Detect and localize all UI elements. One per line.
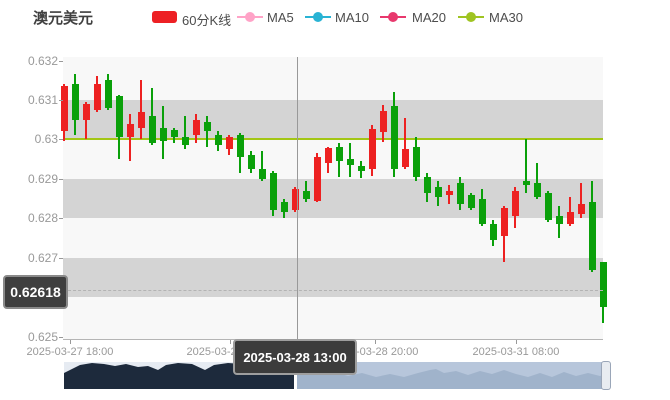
candle-body [215,135,222,145]
forex-chart-window: 澳元美元 60分K线MA5MA10MA20MA30 0.6320.6310.63… [0,0,670,400]
y-axis-tick [59,179,63,180]
candle-body [468,195,475,209]
chart-legend: 60分K线 MA5 MA10 MA20 MA30 [0,0,670,30]
candle-body [556,216,563,224]
candle-body [204,122,211,132]
candle-body [578,204,585,214]
y-axis-tick [59,61,63,62]
candle-body [248,155,255,169]
y-axis-tick [59,100,63,101]
candle-body [523,181,530,185]
candle-body [336,147,343,161]
candle-body [369,129,376,168]
legend-item-label: MA5 [267,10,294,25]
candle-body [105,80,112,108]
y-axis-label: 0.63 [3,132,58,146]
grid-band [63,179,603,218]
legend-item-label: 60分K线 [182,10,231,29]
crosshair-line [297,57,298,344]
ma-dot-icon [466,12,476,22]
x-axis-label: 2025-03-31 08:00 [473,346,560,358]
candle-body [94,84,101,110]
chart-plot-area[interactable] [63,57,603,339]
candle-body [171,130,178,138]
ma-dot-icon [313,12,323,22]
candle-body [600,262,607,307]
x-axis-tick [375,340,376,344]
navigator-right-handle[interactable] [601,361,611,390]
y-axis-label: 0.629 [3,172,58,186]
candle-body [380,111,387,132]
candle-wick [140,80,142,139]
kline-series-icon [152,11,177,23]
candle-body [83,104,90,120]
candle-body [391,106,398,169]
candle-body [567,212,574,224]
candle-body [534,183,541,197]
candle-body [545,193,552,221]
candle-body [589,202,596,269]
y-axis-label: 0.631 [3,93,58,107]
last-price-dashed-line [63,290,603,291]
candle-body [259,169,266,179]
candle-body [347,159,354,165]
ma-dot-icon [388,12,398,22]
candle-body [160,128,167,142]
y-axis-tick [59,139,63,140]
candle-body [325,148,332,163]
legend-item-MA30[interactable]: MA30 [458,0,549,30]
candle-wick [206,116,208,148]
x-axis-tick [230,340,231,344]
candle-body [149,116,156,144]
candle-wick [129,114,131,161]
candle-body [61,86,68,131]
y-axis-label: 0.625 [3,330,58,344]
candle-body [237,135,244,157]
y-axis-tick [59,258,63,259]
candle-body [402,149,409,167]
candle-body [270,173,277,210]
candle-body [457,183,464,205]
candle-body [281,202,288,212]
legend-item-label: MA10 [335,10,369,25]
candle-body [226,137,233,149]
y-axis-tick [59,218,63,219]
candle-body [182,137,189,145]
candle-body [512,191,519,217]
candle-body [303,191,310,199]
candle-body [435,187,442,197]
candle-body [501,208,508,236]
candle-body [490,224,497,240]
y-axis-label: 0.627 [3,251,58,265]
candle-body [479,199,486,225]
y-axis-tick [59,337,63,338]
x-axis-tick [70,340,71,344]
legend-item-60K[interactable]: 60分K线 [152,0,242,30]
x-axis-tick [516,340,517,344]
y-axis-label: 0.628 [3,211,58,225]
ma-dot-icon [245,12,255,22]
y-axis-label: 0.632 [3,54,58,68]
crosshair-date-tooltip: 2025-03-28 13:00 [233,339,357,375]
previous-close-line [63,138,603,140]
last-price-marker: 0.62618 [3,275,68,309]
grid-band [63,258,603,297]
candle-body [424,177,431,193]
candle-body [446,191,453,195]
candle-body [193,120,200,136]
candle-body [413,147,420,177]
candle-wick [448,185,450,205]
candle-body [358,166,365,171]
legend-item-label: MA30 [489,10,523,25]
candle-body [314,157,321,200]
candle-body [116,96,123,137]
candle-body [72,84,79,119]
candle-body [127,124,134,138]
legend-item-label: MA20 [412,10,446,25]
candle-body [138,112,145,128]
x-axis-label: 2025-03-27 18:00 [27,346,114,358]
